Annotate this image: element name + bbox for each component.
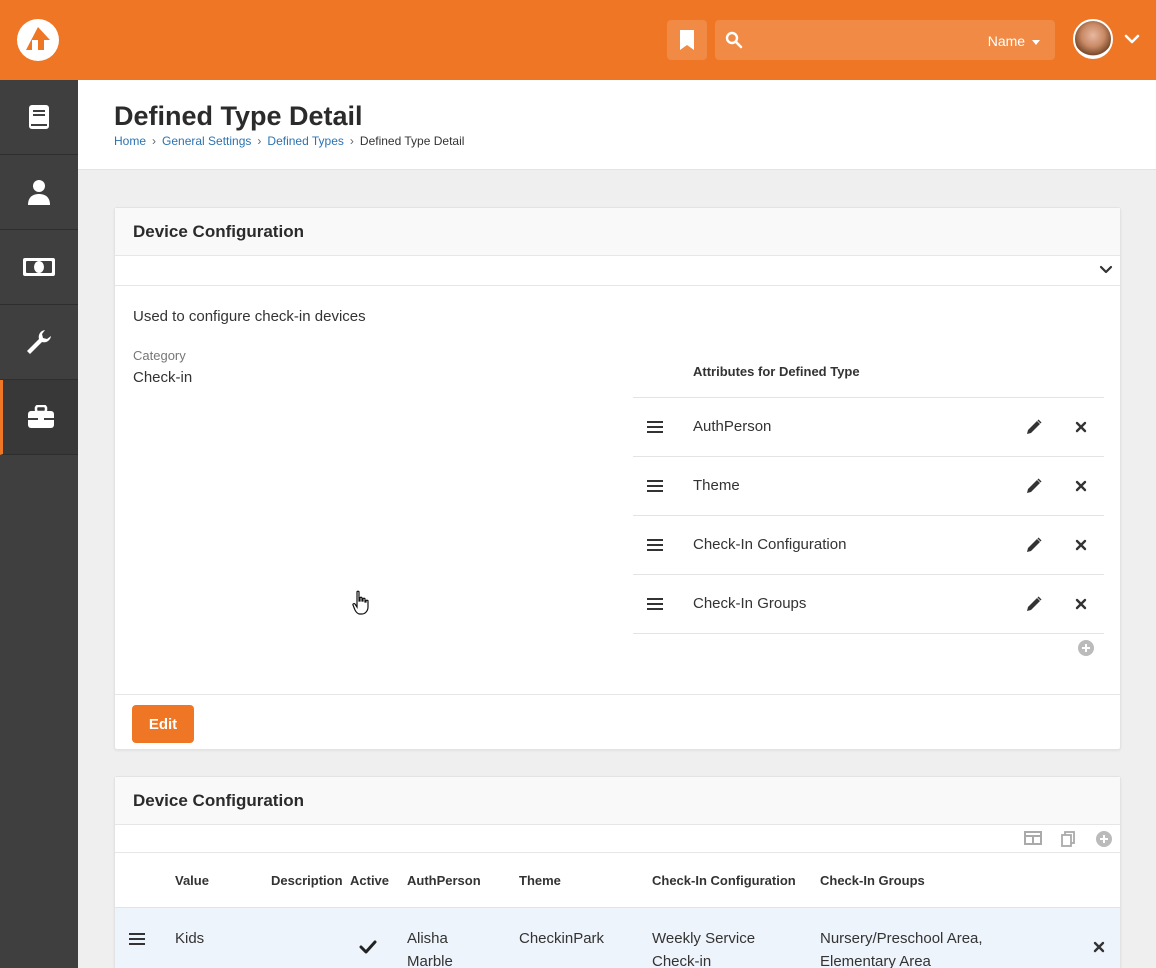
cell-authperson: Alisha Marble — [407, 927, 453, 968]
breadcrumb-general-settings[interactable]: General Settings — [162, 134, 251, 148]
page-header: Defined Type Detail Home › General Setti… — [78, 80, 1156, 170]
panel-title: Device Configuration — [133, 791, 304, 810]
search-filter-label: Name — [987, 33, 1026, 49]
rock-logo-icon[interactable] — [17, 19, 59, 61]
category-label: Category — [133, 348, 186, 363]
chevron-right-icon: › — [349, 134, 354, 148]
cell-authperson-line1: Alisha — [407, 930, 448, 947]
edit-button[interactable]: Edit — [132, 705, 194, 743]
plus-circle-icon[interactable] — [1096, 831, 1112, 847]
grid-header: Value Description Active AuthPerson Them… — [115, 854, 1120, 908]
type-description: Used to configure check-in devices — [133, 308, 366, 325]
drag-handle-icon[interactable] — [647, 420, 663, 434]
chevron-right-icon: › — [257, 134, 262, 148]
attribute-row: AuthPerson — [633, 398, 1104, 457]
bookmark-button[interactable] — [667, 20, 707, 60]
column-header-value[interactable]: Value — [175, 873, 209, 888]
attribute-name: Check-In Groups — [693, 595, 807, 612]
sidebar-item-tools[interactable] — [0, 305, 78, 380]
top-header: Name — [0, 0, 1156, 80]
page-title: Defined Type Detail — [114, 101, 363, 131]
wrench-icon — [27, 330, 51, 354]
hand-cursor-icon — [352, 590, 369, 615]
breadcrumb: Home › General Settings › Defined Types … — [114, 134, 464, 148]
cell-groups-line1: Nursery/Preschool Area, — [820, 930, 983, 947]
search-input[interactable]: Name — [715, 20, 1055, 60]
column-header-checkin-groups[interactable]: Check-In Groups — [820, 873, 925, 888]
chevron-right-icon: › — [152, 134, 157, 148]
drag-handle-icon[interactable] — [129, 932, 145, 946]
pencil-icon[interactable] — [1026, 596, 1042, 612]
grid-actions — [115, 825, 1120, 853]
pencil-icon[interactable] — [1026, 478, 1042, 494]
defined-values-panel: Device Configuration Value Description A… — [114, 776, 1121, 968]
money-icon — [23, 258, 55, 276]
column-header-active[interactable]: Active — [350, 873, 389, 888]
close-icon[interactable] — [1092, 940, 1106, 954]
attributes-table: AuthPerson Theme Check-In Configuration … — [633, 397, 1104, 634]
book-icon — [29, 105, 49, 129]
panel-footer: Edit — [115, 694, 1120, 750]
close-icon[interactable] — [1074, 420, 1088, 434]
close-icon[interactable] — [1074, 479, 1088, 493]
attribute-name: Check-In Configuration — [693, 536, 847, 553]
attribute-row: Theme — [633, 457, 1104, 516]
chevron-down-icon[interactable] — [1098, 262, 1114, 278]
chevron-down-icon[interactable] — [1123, 30, 1141, 48]
sidebar — [0, 80, 78, 968]
cell-value: Kids — [175, 930, 205, 947]
panel-heading: Device Configuration — [115, 777, 1120, 825]
attribute-name: AuthPerson — [693, 418, 772, 435]
plus-circle-icon[interactable] — [1078, 640, 1094, 656]
briefcase-icon — [27, 405, 54, 428]
breadcrumb-home[interactable]: Home — [114, 134, 146, 148]
cell-config-line2: Check-in — [652, 953, 712, 968]
close-icon[interactable] — [1074, 597, 1088, 611]
attributes-header: Attributes for Defined Type — [693, 364, 860, 379]
drag-handle-icon[interactable] — [647, 597, 663, 611]
column-header-checkin-configuration[interactable]: Check-In Configuration — [652, 873, 796, 888]
grid-icon[interactable] — [1024, 831, 1042, 845]
caret-down-icon — [1032, 40, 1040, 45]
cell-config-line1: Weekly Service — [652, 930, 756, 947]
table-row[interactable]: Kids Alisha Marble CheckinPark Weekly Se… — [115, 908, 1120, 968]
breadcrumb-defined-types[interactable]: Defined Types — [267, 134, 344, 148]
defined-type-panel: Device Configuration Used to configure c… — [114, 207, 1121, 750]
sidebar-item-pages[interactable] — [0, 80, 78, 155]
drag-handle-icon[interactable] — [647, 538, 663, 552]
panel-drawer[interactable] — [115, 256, 1120, 286]
cell-checkin-configuration: Weekly Service Check-in — [652, 927, 755, 968]
person-icon — [28, 180, 50, 205]
sidebar-item-admin[interactable] — [0, 380, 78, 455]
pencil-icon[interactable] — [1026, 537, 1042, 553]
sidebar-item-people[interactable] — [0, 155, 78, 230]
attribute-row: Check-In Groups — [633, 575, 1104, 634]
column-header-authperson[interactable]: AuthPerson — [407, 873, 481, 888]
pencil-icon[interactable] — [1026, 419, 1042, 435]
cell-theme: CheckinPark — [519, 930, 605, 947]
copy-icon[interactable] — [1061, 831, 1075, 847]
bookmark-icon — [680, 30, 694, 50]
close-icon[interactable] — [1074, 538, 1088, 552]
search-filter-dropdown[interactable]: Name — [988, 33, 1041, 49]
column-header-theme[interactable]: Theme — [519, 873, 561, 888]
panel-heading: Device Configuration — [115, 208, 1120, 256]
check-icon — [359, 940, 377, 954]
attribute-name: Theme — [693, 477, 740, 494]
sidebar-item-finance[interactable] — [0, 230, 78, 305]
panel-title: Device Configuration — [133, 222, 304, 241]
attribute-row: Check-In Configuration — [633, 516, 1104, 575]
breadcrumb-current: Defined Type Detail — [359, 134, 465, 148]
category-value: Check-in — [133, 369, 193, 386]
cell-groups-line2: Elementary Area — [820, 953, 931, 968]
avatar[interactable] — [1073, 19, 1113, 59]
column-header-description[interactable]: Description — [271, 873, 343, 888]
drag-handle-icon[interactable] — [647, 479, 663, 493]
search-icon — [725, 31, 743, 49]
cell-authperson-line2: Marble — [407, 953, 453, 968]
cell-checkin-groups: Nursery/Preschool Area, Elementary Area — [820, 927, 983, 968]
